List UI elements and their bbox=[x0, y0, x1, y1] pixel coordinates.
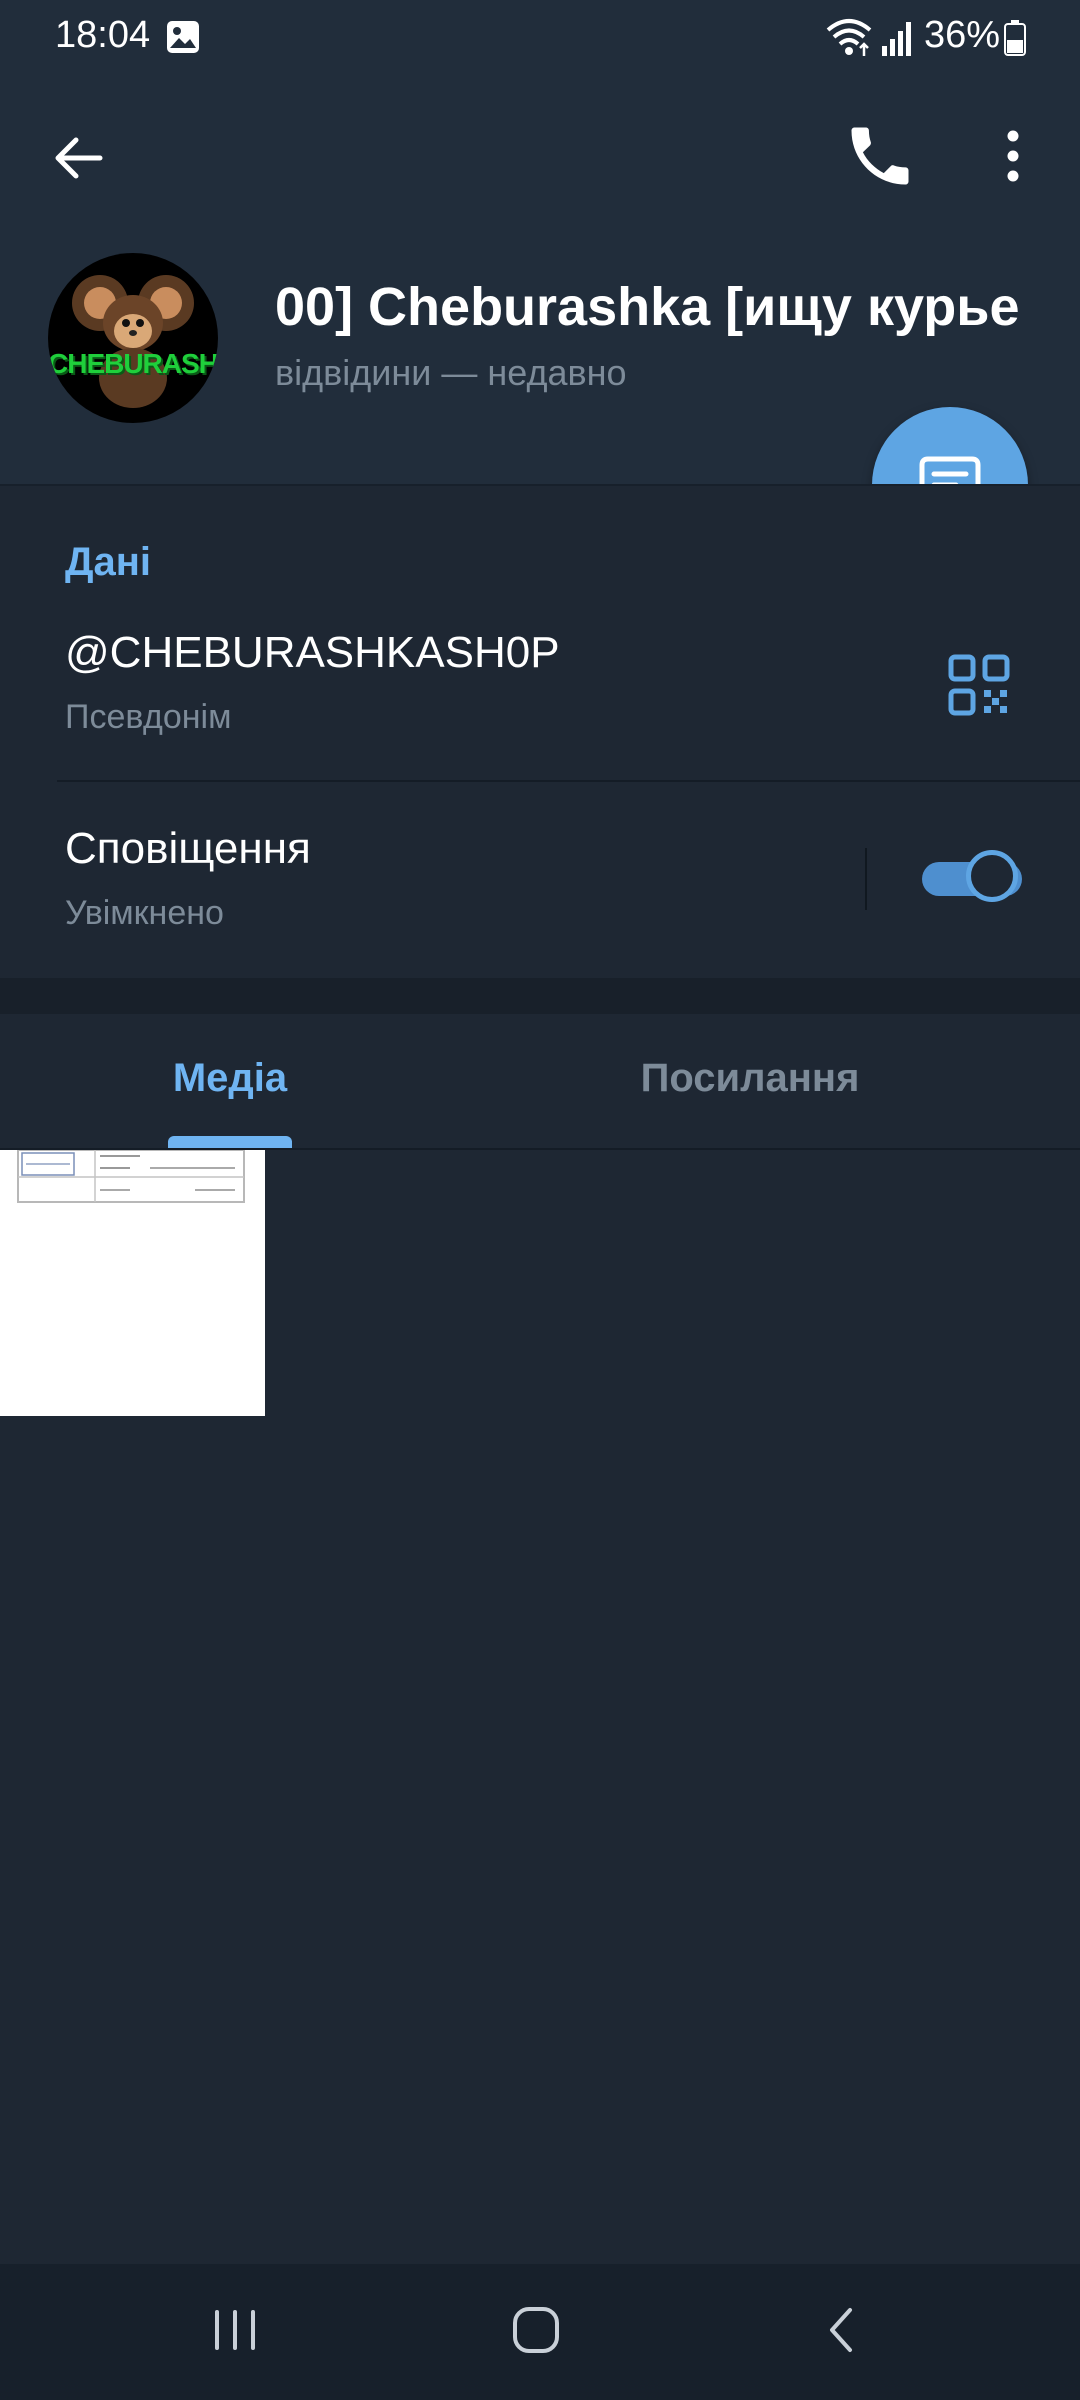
section-separator bbox=[0, 978, 1080, 1014]
username-value[interactable]: @CHEBURASHKASH0P bbox=[65, 628, 560, 678]
recents-icon bbox=[215, 2310, 255, 2350]
notifications-status: Увімкнено bbox=[65, 894, 224, 932]
profile-name: 00] Cheburashka [ищу курье bbox=[275, 277, 1020, 337]
notifications-title[interactable]: Сповіщення bbox=[65, 824, 311, 874]
avatar[interactable]: CHEBURASHKA bbox=[48, 253, 218, 423]
media-thumbnail[interactable] bbox=[0, 1150, 265, 1416]
back-arrow-icon bbox=[55, 137, 103, 179]
status-time: 18:04 bbox=[55, 14, 151, 56]
phone-icon bbox=[851, 127, 909, 185]
back-button[interactable] bbox=[42, 122, 114, 194]
more-options-button[interactable] bbox=[986, 118, 1040, 194]
username-caption: Псевдонім bbox=[65, 698, 232, 736]
qr-code-icon bbox=[948, 654, 1010, 716]
notifications-toggle[interactable] bbox=[922, 848, 1022, 910]
tab-media[interactable]: Медіа bbox=[0, 1014, 460, 1148]
call-button[interactable] bbox=[842, 118, 918, 194]
battery-percent: 36% bbox=[924, 14, 1001, 56]
active-tab-indicator bbox=[168, 1136, 292, 1148]
wifi-icon bbox=[826, 18, 872, 58]
tab-links-label: Посилання bbox=[640, 1056, 860, 1100]
cheburashka-character-image bbox=[72, 275, 194, 408]
profile-last-seen: відвідини — недавно bbox=[275, 352, 627, 393]
notifications-divider bbox=[865, 848, 867, 910]
document-preview-image bbox=[0, 1150, 265, 1416]
toggle-knob bbox=[966, 850, 1018, 902]
recents-button[interactable] bbox=[200, 2298, 270, 2362]
back-icon bbox=[830, 2308, 852, 2352]
battery-icon bbox=[1004, 20, 1026, 56]
qr-code-button[interactable] bbox=[948, 654, 1010, 716]
more-vertical-icon bbox=[1007, 130, 1019, 182]
gallery-icon bbox=[166, 20, 200, 54]
home-button[interactable] bbox=[500, 2296, 572, 2364]
divider bbox=[57, 780, 1080, 782]
tab-media-label: Медіа bbox=[172, 1056, 288, 1100]
tab-links[interactable]: Посилання bbox=[520, 1014, 980, 1148]
avatar-logo-text: CHEBURASHKA bbox=[48, 348, 218, 379]
system-back-button[interactable] bbox=[812, 2296, 868, 2364]
section-title: Дані bbox=[65, 540, 152, 584]
status-bar bbox=[0, 0, 1080, 78]
signal-icon bbox=[880, 20, 914, 56]
home-icon bbox=[513, 2307, 559, 2353]
